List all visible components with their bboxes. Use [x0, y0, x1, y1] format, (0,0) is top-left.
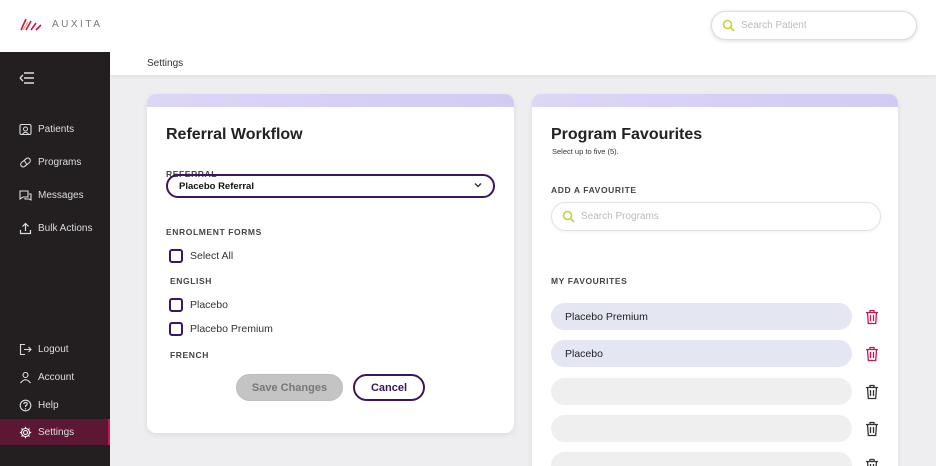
- select-all-label: Select All: [190, 250, 234, 262]
- program-search-input[interactable]: [581, 211, 861, 222]
- chevron-down-icon: [474, 183, 482, 188]
- delete-icon[interactable]: [865, 421, 879, 437]
- breadcrumb: Settings: [110, 52, 936, 75]
- top-header: AUXITA: [0, 0, 936, 52]
- logout-icon: [19, 343, 32, 356]
- patient-search-input[interactable]: [741, 20, 901, 31]
- bulk-actions-icon: [19, 222, 32, 235]
- form-label: Placebo: [190, 299, 228, 311]
- referral-select-value: Placebo Referral: [179, 180, 254, 192]
- referral-card-title: Referral Workflow: [166, 126, 303, 143]
- referral-select[interactable]: Placebo Referral: [166, 174, 495, 198]
- patient-search-box[interactable]: [711, 11, 917, 40]
- favourites-card-title: Program Favourites: [551, 126, 703, 143]
- sidebar-item-bulk-actions[interactable]: Bulk Actions: [0, 215, 110, 241]
- collapse-menu-icon[interactable]: [18, 70, 36, 86]
- sidebar-item-label: Messages: [38, 189, 84, 201]
- add-favourite-label: ADD A FAVOURITE: [551, 185, 637, 195]
- sidebar-item-label: Patients: [38, 123, 75, 135]
- sidebar-item-settings[interactable]: Settings: [0, 419, 110, 445]
- search-icon: [562, 210, 575, 223]
- sidebar-item-label: Settings: [38, 426, 75, 438]
- favourites-subtitle: Select up to five (5).: [552, 147, 619, 156]
- sidebar-item-messages[interactable]: Messages: [0, 182, 110, 208]
- gear-icon: [19, 426, 32, 439]
- card-accent-bar: [532, 94, 898, 107]
- delete-icon[interactable]: [865, 346, 879, 362]
- messages-icon: [19, 189, 32, 202]
- cancel-button[interactable]: Cancel: [353, 374, 425, 401]
- delete-icon[interactable]: [865, 384, 879, 400]
- sidebar-item-label: Help: [38, 399, 59, 411]
- referral-workflow-card: Referral Workflow REFERRAL Placebo Refer…: [147, 94, 514, 433]
- my-favourites-label: MY FAVOURITES: [551, 276, 628, 286]
- sidebar-item-patients[interactable]: Patients: [0, 116, 110, 142]
- favourite-item[interactable]: Placebo Premium: [551, 303, 852, 330]
- french-group-label: FRENCH: [170, 350, 210, 360]
- enrolment-forms-label: ENROLMENT FORMS: [166, 227, 262, 237]
- programs-icon: [19, 156, 32, 169]
- sidebar-item-label: Bulk Actions: [38, 222, 93, 234]
- sidebar-item-help[interactable]: Help: [0, 392, 110, 418]
- sidebar: Patients Programs Messages Bulk Actions …: [0, 52, 110, 466]
- favourite-item[interactable]: Placebo: [551, 340, 852, 367]
- sidebar-item-account[interactable]: Account: [0, 364, 110, 390]
- sidebar-item-programs[interactable]: Programs: [0, 149, 110, 175]
- save-changes-button[interactable]: Save Changes: [236, 374, 343, 401]
- search-icon: [722, 19, 735, 32]
- form-label: Placebo Premium: [190, 323, 273, 335]
- favourite-slot-empty[interactable]: [551, 452, 852, 466]
- form-row[interactable]: Placebo Premium: [169, 322, 273, 336]
- favourite-slot-empty[interactable]: [551, 415, 852, 442]
- select-all-checkbox[interactable]: [169, 249, 183, 263]
- help-icon: [19, 399, 32, 412]
- delete-icon[interactable]: [865, 458, 879, 466]
- delete-icon[interactable]: [865, 309, 879, 325]
- sidebar-item-logout[interactable]: Logout: [0, 336, 110, 362]
- breadcrumb-current: Settings: [147, 58, 184, 69]
- brand-logo[interactable]: AUXITA: [20, 16, 102, 32]
- sidebar-item-label: Logout: [38, 343, 69, 355]
- form-checkbox[interactable]: [169, 298, 183, 312]
- favourite-slot-empty[interactable]: [551, 378, 852, 405]
- sidebar-item-label: Programs: [38, 156, 82, 168]
- select-all-row[interactable]: Select All: [169, 249, 233, 263]
- account-icon: [19, 371, 32, 384]
- brand-logo-icon: [20, 18, 42, 31]
- card-accent-bar: [147, 94, 514, 107]
- program-favourites-card: Program Favourites Select up to five (5)…: [532, 94, 898, 466]
- form-row[interactable]: Placebo: [169, 298, 228, 312]
- english-group-label: ENGLISH: [170, 276, 212, 286]
- sidebar-item-label: Account: [38, 371, 75, 383]
- patients-icon: [19, 123, 32, 136]
- form-checkbox[interactable]: [169, 322, 183, 336]
- brand-name: AUXITA: [52, 18, 103, 30]
- program-search-box[interactable]: [551, 202, 881, 231]
